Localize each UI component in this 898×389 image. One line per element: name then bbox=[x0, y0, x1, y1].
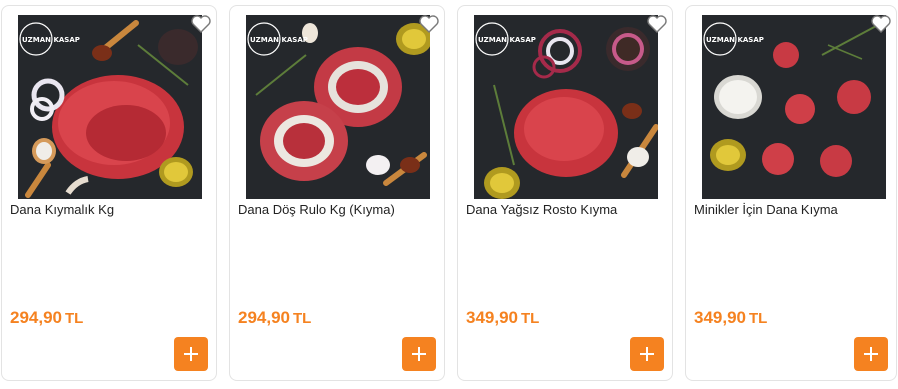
product-card[interactable]: UZMAN KASAP Dana Yağsız Rosto Kıyma 349,… bbox=[457, 5, 673, 381]
price-value: 294,90 bbox=[10, 308, 62, 327]
product-grid: UZMAN KASAP Dana Kıymalık Kg 294,90 TL U… bbox=[0, 0, 898, 389]
heart-icon[interactable] bbox=[418, 14, 440, 34]
price-value: 349,90 bbox=[694, 308, 746, 327]
logo-text: UZMAN KASAP bbox=[22, 36, 80, 44]
price-currency: TL bbox=[521, 310, 540, 327]
plus-icon bbox=[412, 347, 426, 361]
product-price: 349,90 TL bbox=[694, 308, 767, 328]
product-title[interactable]: Dana Döş Rulo Kg (Kıyma) bbox=[238, 202, 436, 218]
product-image[interactable]: UZMAN KASAP bbox=[702, 15, 886, 199]
add-to-cart-button[interactable] bbox=[174, 337, 208, 371]
heart-icon[interactable] bbox=[190, 14, 212, 34]
product-title[interactable]: Dana Yağsız Rosto Kıyma bbox=[466, 202, 664, 218]
price-value: 349,90 bbox=[466, 308, 518, 327]
price-currency: TL bbox=[293, 310, 312, 327]
product-card[interactable]: UZMAN KASAP Dana Kıymalık Kg 294,90 TL bbox=[1, 5, 217, 381]
product-image[interactable]: UZMAN KASAP bbox=[474, 15, 658, 199]
logo-text: UZMAN KASAP bbox=[706, 36, 764, 44]
plus-icon bbox=[640, 347, 654, 361]
product-image[interactable]: UZMAN KASAP bbox=[246, 15, 430, 199]
product-price: 294,90 TL bbox=[238, 308, 311, 328]
heart-icon[interactable] bbox=[646, 14, 668, 34]
plus-icon bbox=[864, 347, 878, 361]
price-currency: TL bbox=[749, 310, 768, 327]
price-currency: TL bbox=[65, 310, 84, 327]
product-card[interactable]: UZMAN KASAP Dana Döş Rulo Kg (Kıyma) 294… bbox=[229, 5, 445, 381]
add-to-cart-button[interactable] bbox=[402, 337, 436, 371]
price-value: 294,90 bbox=[238, 308, 290, 327]
product-price: 349,90 TL bbox=[466, 308, 539, 328]
logo-text: UZMAN KASAP bbox=[478, 36, 536, 44]
logo-text: UZMAN KASAP bbox=[250, 36, 308, 44]
heart-icon[interactable] bbox=[870, 14, 892, 34]
product-card[interactable]: UZMAN KASAP Minikler İçin Dana Kıyma 349… bbox=[685, 5, 897, 381]
add-to-cart-button[interactable] bbox=[630, 337, 664, 371]
plus-icon bbox=[184, 347, 198, 361]
product-title[interactable]: Minikler İçin Dana Kıyma bbox=[694, 202, 888, 218]
product-image[interactable]: UZMAN KASAP bbox=[18, 15, 202, 199]
add-to-cart-button[interactable] bbox=[854, 337, 888, 371]
product-price: 294,90 TL bbox=[10, 308, 83, 328]
product-title[interactable]: Dana Kıymalık Kg bbox=[10, 202, 208, 218]
